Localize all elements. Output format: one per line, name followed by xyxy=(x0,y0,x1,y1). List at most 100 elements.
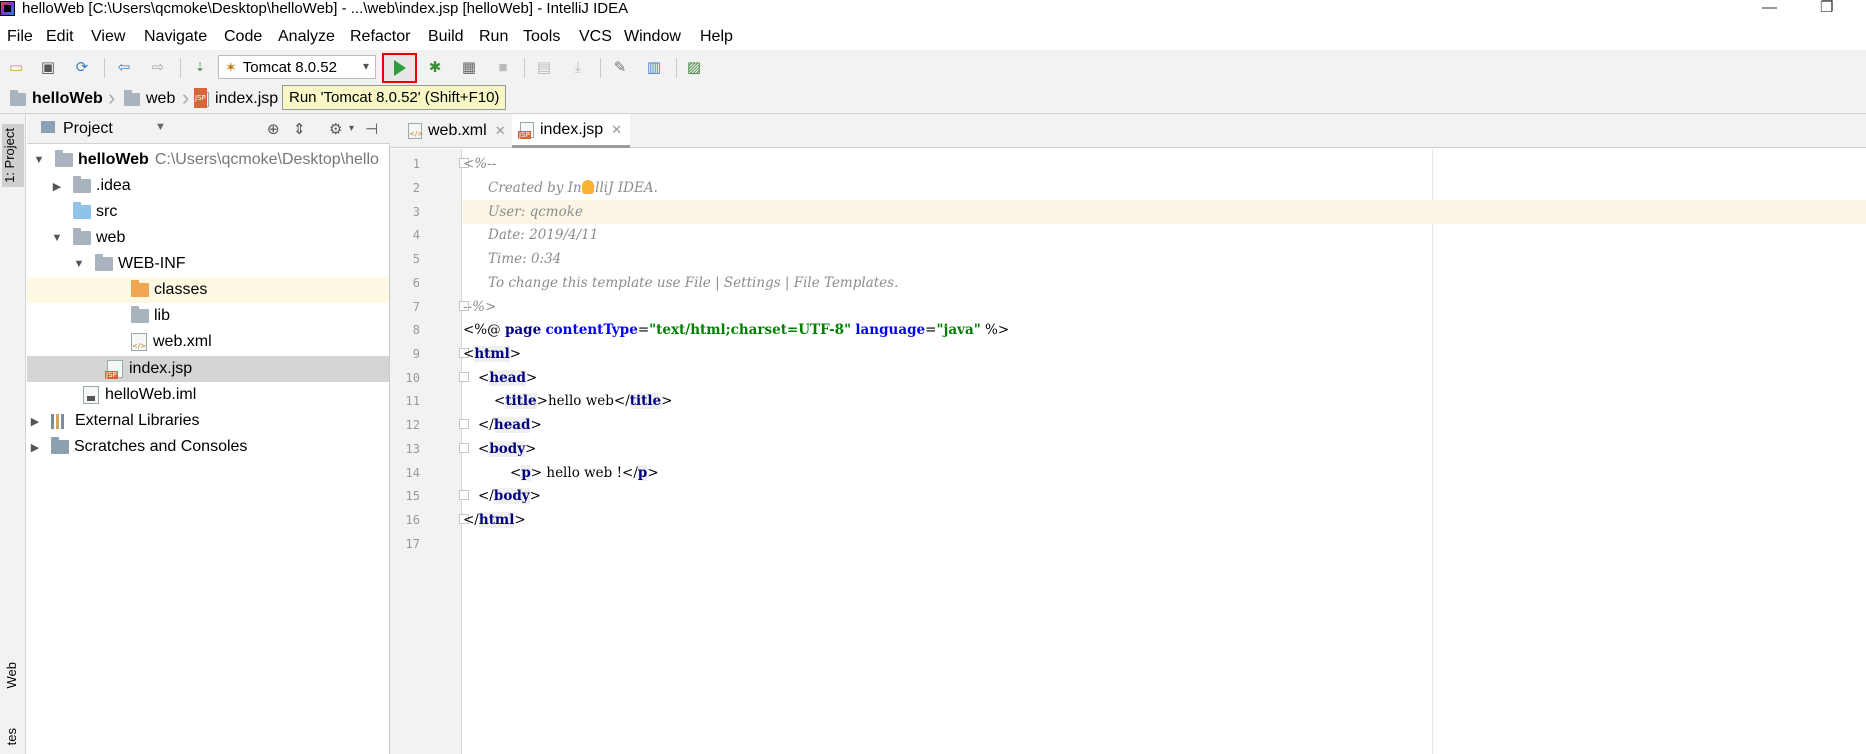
chevron-right-icon[interactable]: ▶ xyxy=(29,441,41,454)
code-line: Date: 2019/4/11 xyxy=(488,227,599,243)
breadcrumb-label: index.jsp xyxy=(215,90,279,107)
breadcrumb: helloWeb › web › index.jsp xyxy=(0,84,1866,114)
menu-file[interactable]: File xyxy=(7,24,33,50)
tree-item-src[interactable]: src xyxy=(27,199,389,225)
tab-label: web.xml xyxy=(428,122,487,139)
line-number: 13 xyxy=(405,442,420,456)
debug-icon[interactable]: ✱ xyxy=(425,57,445,77)
menu-navigate[interactable]: Navigate xyxy=(144,24,207,50)
back-icon[interactable]: ⇦ xyxy=(114,57,134,77)
excluded-folder-icon xyxy=(131,280,149,297)
chevron-down-icon[interactable]: ▼ xyxy=(73,258,85,270)
breadcrumb-item-helloweb[interactable]: helloWeb xyxy=(10,89,103,109)
tree-item-helloweb-iml[interactable]: helloWeb.iml xyxy=(27,382,389,408)
menu-build[interactable]: Build xyxy=(428,24,464,50)
code-line: --%> xyxy=(463,299,497,315)
run-with-coverage-icon[interactable]: ▦ xyxy=(459,57,479,77)
favorites-tool-window-tab[interactable]: tes xyxy=(4,728,19,745)
synchronize-icon[interactable]: ⟳ xyxy=(72,57,92,77)
code-line: <p> hello web !</p> xyxy=(510,465,659,481)
chevron-right-icon[interactable]: ▶ xyxy=(29,415,41,428)
menu-view[interactable]: View xyxy=(91,24,125,50)
minimize-button[interactable]: — xyxy=(1762,0,1777,16)
tree-item-label: lib xyxy=(154,307,171,324)
breadcrumb-item-index-jsp[interactable]: index.jsp xyxy=(194,87,279,109)
open-folder-icon[interactable]: ▭ xyxy=(6,57,26,77)
collapse-all-icon[interactable]: ⇕ xyxy=(293,120,306,138)
save-all-icon[interactable]: ▣ xyxy=(38,57,58,77)
stop-icon[interactable]: ■ xyxy=(493,57,513,77)
tree-item-classes[interactable]: classes xyxy=(27,277,389,303)
chevron-down-icon[interactable]: ▾ xyxy=(349,123,354,134)
code-line: <%-- xyxy=(463,156,497,172)
tree-item-web-xml[interactable]: web.xml xyxy=(27,329,389,355)
breadcrumb-item-web[interactable]: web xyxy=(124,89,175,109)
breadcrumb-label: web xyxy=(146,90,176,107)
hide-panel-icon[interactable]: ⊣ xyxy=(365,120,378,138)
chevron-right-icon[interactable]: ▶ xyxy=(51,180,63,193)
run-button[interactable] xyxy=(382,53,417,83)
code-editor[interactable] xyxy=(463,149,1866,754)
toolbar-separator xyxy=(524,58,525,78)
chevron-down-icon[interactable]: ▼ xyxy=(155,121,166,133)
tree-item-helloweb[interactable]: ▼ helloWeb C:\Users\qcmoke\Desktop\hello xyxy=(27,147,389,173)
web-folder-icon xyxy=(73,228,91,245)
menu-refactor[interactable]: Refactor xyxy=(350,24,410,50)
code-line: <html> xyxy=(463,346,522,362)
intention-bulb-icon[interactable] xyxy=(582,180,594,194)
project-tool-window-tab[interactable]: 1: Project xyxy=(2,124,24,187)
menu-tools[interactable]: Tools xyxy=(523,24,560,50)
tree-item-index-jsp[interactable]: index.jsp xyxy=(27,356,389,382)
project-panel-title[interactable]: Project xyxy=(63,120,113,138)
folder-icon xyxy=(73,176,91,193)
line-number: 3 xyxy=(412,205,420,219)
restore-button[interactable]: ❐ xyxy=(1820,0,1833,16)
locate-icon[interactable]: ⊕ xyxy=(267,120,280,138)
run-configuration-select[interactable]: ✶ Tomcat 8.0.52 ▾ xyxy=(218,55,376,79)
menu-code[interactable]: Code xyxy=(224,24,262,50)
vcs-commit-icon[interactable]: ⤓ xyxy=(568,57,588,77)
project-panel-header: Project ▼ ⊕ ⇕ ⚙ ▾ ⊣ xyxy=(27,114,390,144)
vcs-update-icon[interactable]: ▤ xyxy=(534,57,554,77)
code-line: <body> xyxy=(478,441,537,457)
menu-vcs[interactable]: VCS xyxy=(579,24,612,50)
chevron-down-icon[interactable]: ▼ xyxy=(33,154,45,166)
tree-item-external-libraries[interactable]: ▶ External Libraries xyxy=(27,408,389,434)
toolbar-separator xyxy=(600,58,601,78)
right-margin-guide xyxy=(1432,149,1433,754)
menu-help[interactable]: Help xyxy=(700,24,733,50)
settings-wrench-icon[interactable]: ✎ xyxy=(610,57,630,77)
project-tree: ▼ helloWeb C:\Users\qcmoke\Desktop\hello… xyxy=(27,145,390,754)
tab-index-jsp[interactable]: index.jsp ✕ xyxy=(512,114,631,148)
tree-item-web-inf[interactable]: ▼ WEB-INF xyxy=(27,251,389,277)
line-number: 2 xyxy=(412,181,420,195)
tree-item-idea[interactable]: ▶ .idea xyxy=(27,173,389,199)
tree-item-scratches[interactable]: ▶ Scratches and Consoles xyxy=(27,434,389,460)
line-number: 8 xyxy=(412,323,420,337)
line-number: 17 xyxy=(405,537,420,551)
menu-window[interactable]: Window xyxy=(624,24,681,50)
jsp-file-icon xyxy=(518,121,534,139)
intellij-logo-icon xyxy=(0,1,15,16)
menu-edit[interactable]: Edit xyxy=(46,24,74,50)
line-number: 4 xyxy=(412,228,420,242)
chevron-down-icon: ▾ xyxy=(362,59,369,73)
tree-item-web[interactable]: ▼ web xyxy=(27,225,389,251)
build-project-icon[interactable]: ⇣ xyxy=(190,57,210,77)
folder-icon xyxy=(124,89,140,106)
run-button-tooltip: Run 'Tomcat 8.0.52' (Shift+F10) xyxy=(282,85,507,110)
tree-item-lib[interactable]: lib xyxy=(27,303,389,329)
sdk-icon[interactable]: ▨ xyxy=(684,57,704,77)
project-structure-icon[interactable]: ▥ xyxy=(644,57,664,77)
toolbar-separator xyxy=(180,58,181,78)
web-tool-window-tab[interactable]: Web xyxy=(4,662,19,689)
menu-run[interactable]: Run xyxy=(479,24,508,50)
gear-icon[interactable]: ⚙ xyxy=(329,120,342,138)
chevron-down-icon[interactable]: ▼ xyxy=(51,232,63,244)
close-icon[interactable]: ✕ xyxy=(611,122,622,138)
close-icon[interactable]: ✕ xyxy=(495,123,506,139)
menu-analyze[interactable]: Analyze xyxy=(278,24,335,50)
tomcat-icon: ✶ xyxy=(225,58,237,75)
tab-web-xml[interactable]: web.xml ✕ xyxy=(400,114,514,148)
forward-icon[interactable]: ⇨ xyxy=(148,57,168,77)
